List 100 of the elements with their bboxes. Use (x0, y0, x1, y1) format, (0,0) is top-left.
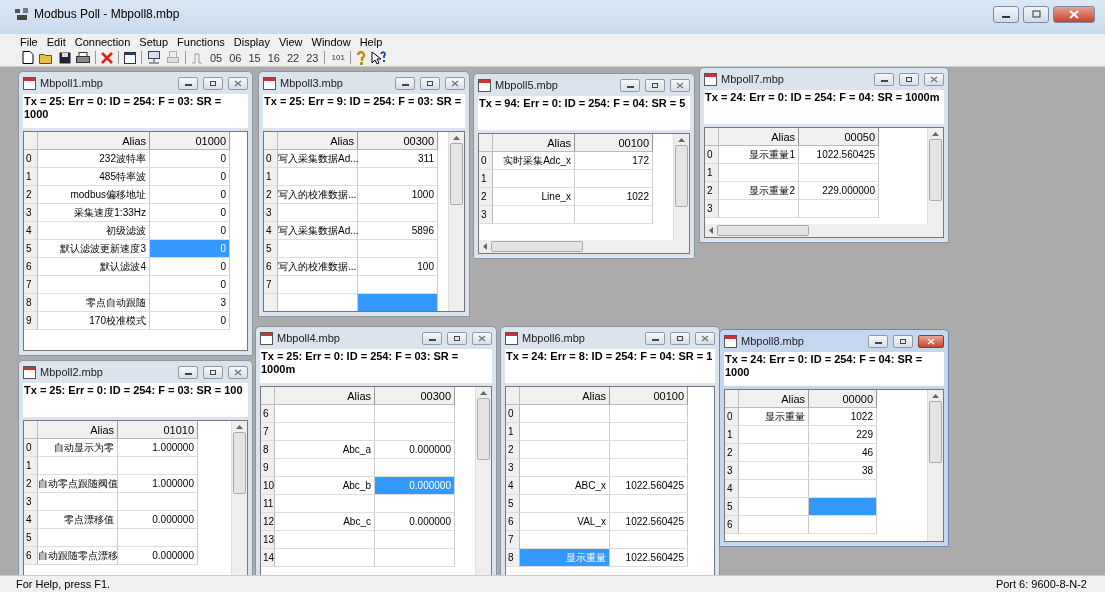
value-cell[interactable] (610, 441, 688, 459)
column-header[interactable]: Alias (520, 387, 610, 405)
scroll-left-icon[interactable] (482, 243, 487, 250)
column-header[interactable]: 00000 (809, 390, 877, 408)
alias-cell[interactable]: modbus偏移地址 (38, 186, 150, 204)
document-window[interactable]: Mbpoll4.mbp Tx = 25: Err = 0: ID = 254: F = 03: SR = 1000m Alias 00300 6 7 8 Abc_a 0.000000 9 10 Abc_b 0.000000 11 12 Abc_c 0.000000 13 14 (255, 326, 497, 575)
delete-icon[interactable] (101, 51, 113, 64)
minimize-button[interactable] (645, 331, 665, 345)
alias-cell[interactable] (520, 405, 610, 423)
value-cell[interactable] (375, 423, 455, 441)
alias-cell[interactable] (275, 405, 375, 423)
maximize-button[interactable] (420, 76, 440, 90)
alias-cell[interactable]: 采集速度1:33Hz (38, 204, 150, 222)
value-cell[interactable] (610, 423, 688, 441)
minimize-button[interactable] (178, 76, 198, 90)
scrollbar-thumb[interactable] (717, 225, 809, 236)
document-window[interactable]: Mbpoll7.mbp Tx = 24: Err = 0: ID = 254: F = 04: SR = 1000m Alias 00050 0 显示重量1 1022.560425 1 2 显示重量2 229.000000 3 (699, 67, 949, 243)
horizontal-scrollbar[interactable] (705, 224, 943, 237)
alias-cell[interactable]: 初级滤波 (38, 222, 150, 240)
alias-cell[interactable] (275, 459, 375, 477)
value-cell[interactable]: 229.000000 (799, 182, 879, 200)
function-code-button[interactable]: 23 (306, 51, 319, 64)
alias-cell[interactable]: VAL_x (520, 513, 610, 531)
value-cell[interactable]: 0.000000 (118, 511, 198, 529)
menu-item[interactable]: Window (311, 35, 351, 48)
alias-cell[interactable]: 写入的校准数据... (278, 186, 358, 204)
menu-item[interactable]: Connection (74, 35, 131, 48)
minimize-button[interactable] (620, 78, 640, 92)
document-window[interactable]: Mbpoll2.mbp Tx = 25: Err = 0: ID = 254: F = 03: SR = 100 Alias 01010 0 自动显示为零 1.000000 1 2 自动零点跟随阀值 1.000000 3 4 零点漂移值 0.000000 5 6 自动跟随零点漂移 0.000000 (18, 360, 253, 575)
alias-cell[interactable] (275, 495, 375, 513)
value-cell[interactable] (358, 240, 438, 258)
value-cell[interactable] (575, 206, 653, 224)
value-cell[interactable]: 0 (150, 168, 230, 186)
column-header[interactable]: Alias (38, 132, 150, 150)
alias-cell[interactable] (520, 459, 610, 477)
scroll-up-icon[interactable] (480, 390, 487, 395)
alias-cell[interactable] (278, 240, 358, 258)
value-cell[interactable] (375, 549, 455, 567)
menu-item[interactable]: Setup (139, 35, 169, 48)
maximize-button[interactable] (203, 76, 223, 90)
vertical-scrollbar[interactable] (448, 132, 464, 311)
alias-cell[interactable]: 默认滤波4 (38, 258, 150, 276)
scroll-up-icon[interactable] (678, 137, 685, 142)
alias-cell[interactable] (275, 549, 375, 567)
alias-cell[interactable] (493, 206, 575, 224)
alias-cell[interactable]: 485特率波 (38, 168, 150, 186)
minimize-button[interactable] (395, 76, 415, 90)
value-cell[interactable] (358, 168, 438, 186)
alias-cell[interactable]: 零点自动跟随 (38, 294, 150, 312)
function-code-button[interactable]: 15 (248, 51, 261, 64)
menu-item[interactable]: File (20, 35, 38, 48)
close-button[interactable] (670, 78, 690, 92)
column-header[interactable]: 00100 (575, 134, 653, 152)
menu-item[interactable]: Help (359, 35, 383, 48)
value-cell[interactable] (575, 170, 653, 188)
new-file-icon[interactable] (22, 51, 34, 64)
scrollbar-thumb[interactable] (477, 398, 490, 460)
minimize-button[interactable] (868, 334, 888, 348)
value-cell[interactable] (375, 405, 455, 423)
function-code-button[interactable]: 22 (287, 51, 300, 64)
scrollbar-thumb[interactable] (929, 139, 942, 201)
minimize-button[interactable] (422, 331, 442, 345)
scrollbar-thumb[interactable] (450, 143, 463, 205)
column-header[interactable]: Alias (739, 390, 809, 408)
pulse-icon[interactable] (191, 51, 203, 64)
value-cell[interactable]: 100 (358, 258, 438, 276)
alias-cell[interactable] (278, 276, 358, 294)
printer-icon[interactable] (76, 51, 90, 64)
alias-cell[interactable]: 实时采集Adc_x (493, 152, 575, 170)
value-cell[interactable]: 1.000000 (118, 475, 198, 493)
alias-cell[interactable]: Line_x (493, 188, 575, 206)
value-cell[interactable]: 3 (150, 294, 230, 312)
value-cell[interactable] (799, 200, 879, 218)
value-cell[interactable]: 1022.560425 (610, 513, 688, 531)
scrollbar-thumb[interactable] (675, 145, 688, 207)
save-icon[interactable] (59, 51, 71, 64)
column-header[interactable]: Alias (275, 387, 375, 405)
value-cell[interactable]: 5896 (358, 222, 438, 240)
alias-cell[interactable] (739, 426, 809, 444)
document-window[interactable]: Mbpoll5.mbp Tx = 94: Err = 0: ID = 254: F = 04: SR = 5 Alias 00100 0 实时采集Adc_x 172 1 2 Line_x 1022 3 (473, 73, 695, 259)
value-cell[interactable] (799, 164, 879, 182)
column-header[interactable]: 01010 (118, 421, 198, 439)
value-cell[interactable]: 0 (150, 186, 230, 204)
connect-icon[interactable] (147, 51, 161, 64)
alias-cell[interactable]: 零点漂移值 (38, 511, 118, 529)
close-button[interactable] (1053, 5, 1095, 23)
alias-cell[interactable] (739, 480, 809, 498)
value-cell[interactable] (375, 531, 455, 549)
value-cell[interactable]: 0 (150, 204, 230, 222)
value-cell[interactable] (118, 529, 198, 547)
value-cell[interactable]: 0 (150, 276, 230, 294)
value-cell[interactable] (358, 294, 438, 311)
menu-item[interactable]: Display (233, 35, 270, 48)
scroll-up-icon[interactable] (236, 424, 243, 429)
document-window[interactable]: Mbpoll1.mbp Tx = 25: Err = 0: ID = 254: F = 03: SR = 1000 Alias 01000 0 232波特率 0 1 485特率波 0 2 modbus偏移地址 0 3 采集速度1:33Hz 0 4 初级滤波 0 5 默认滤波更新速度3 0 6 默认滤波4 0 7 0 8 零点自动跟随 3 9 170校准模式 0 (18, 71, 253, 356)
value-cell[interactable]: 1022.560425 (799, 146, 879, 164)
alias-cell[interactable]: Abc_a (275, 441, 375, 459)
value-cell[interactable]: 172 (575, 152, 653, 170)
alias-cell[interactable] (38, 529, 118, 547)
column-header[interactable]: Alias (278, 132, 358, 150)
